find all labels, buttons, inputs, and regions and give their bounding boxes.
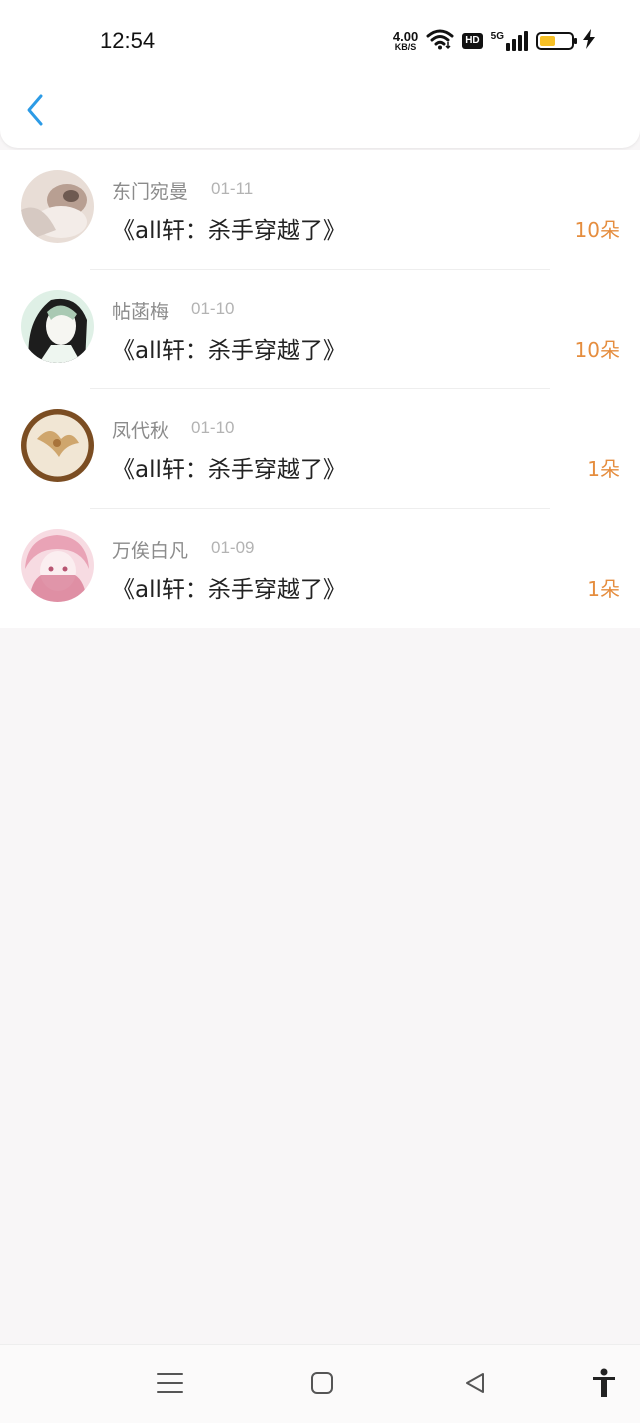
menu-icon	[157, 1372, 183, 1398]
gift-date: 01-09	[211, 537, 255, 557]
home-square-icon	[310, 1371, 334, 1399]
menu-button[interactable]	[150, 1367, 190, 1403]
battery-level	[540, 36, 556, 46]
list-item[interactable]: 凤代秋 01-10 《all轩：杀手穿越了》 1朵	[0, 389, 640, 509]
signal-5g-icon: 5G	[491, 31, 528, 51]
avatar[interactable]	[21, 170, 94, 243]
accessibility-button[interactable]	[584, 1367, 624, 1403]
book-title: 《all轩：杀手穿越了》	[112, 218, 346, 244]
wifi-icon	[426, 28, 454, 54]
sender-name: 东门宛曼	[112, 181, 189, 203]
avatar[interactable]	[21, 409, 94, 482]
back-button[interactable]	[18, 92, 52, 132]
book-title: 《all轩：杀手穿越了》	[112, 457, 346, 483]
home-button[interactable]	[302, 1367, 342, 1403]
sender-name: 万俟白凡	[112, 539, 189, 562]
status-time: 12:54	[100, 28, 156, 53]
header: 12:54 4.00 KB/S HD 5G	[0, 0, 640, 148]
list-item[interactable]: 帖菡梅 01-10 《all轩：杀手穿越了》 10朵	[0, 270, 640, 389]
network-type-label: 5G	[490, 31, 504, 42]
accessibility-icon	[591, 1368, 617, 1402]
sender-name: 凤代秋	[112, 420, 170, 442]
gift-date: 01-11	[211, 179, 254, 198]
gift-amount: 1朵	[587, 457, 620, 481]
list-item[interactable]: 万俟白凡 01-09 《all轩：杀手穿越了》 1朵	[0, 509, 640, 629]
avatar[interactable]	[21, 289, 94, 363]
book-title: 《all轩：杀手穿越了》	[112, 337, 346, 364]
charging-icon	[582, 29, 596, 53]
book-title: 《all轩：杀手穿越了》	[112, 576, 346, 603]
network-speed-unit: KB/S	[394, 42, 417, 52]
chevron-left-icon	[25, 93, 45, 131]
status-icons: 4.00 KB/S HD 5G	[393, 28, 596, 54]
avatar[interactable]	[21, 528, 94, 602]
list-item[interactable]: 东门宛曼 01-11 《all轩：杀手穿越了》 10朵	[0, 150, 640, 270]
gift-list: 东门宛曼 01-11 《all轩：杀手穿越了》 10朵 帖菡梅 01-10 《a…	[0, 150, 640, 628]
screen: 12:54 4.00 KB/S HD 5G 东门宛曼 01-11 《all轩：杀…	[0, 0, 640, 1423]
gift-amount: 10朵	[574, 218, 620, 242]
gift-date: 01-10	[191, 298, 235, 318]
gift-amount: 1朵	[587, 576, 620, 601]
back-nav-button[interactable]	[455, 1367, 495, 1403]
gift-amount: 10朵	[574, 337, 620, 362]
system-nav-bar	[0, 1344, 640, 1423]
hd-icon: HD	[462, 33, 483, 49]
gift-date: 01-10	[191, 418, 235, 437]
battery-icon	[536, 32, 577, 50]
network-speed: 4.00 KB/S	[393, 30, 418, 52]
back-triangle-icon	[463, 1371, 487, 1399]
sender-name: 帖菡梅	[112, 300, 170, 323]
